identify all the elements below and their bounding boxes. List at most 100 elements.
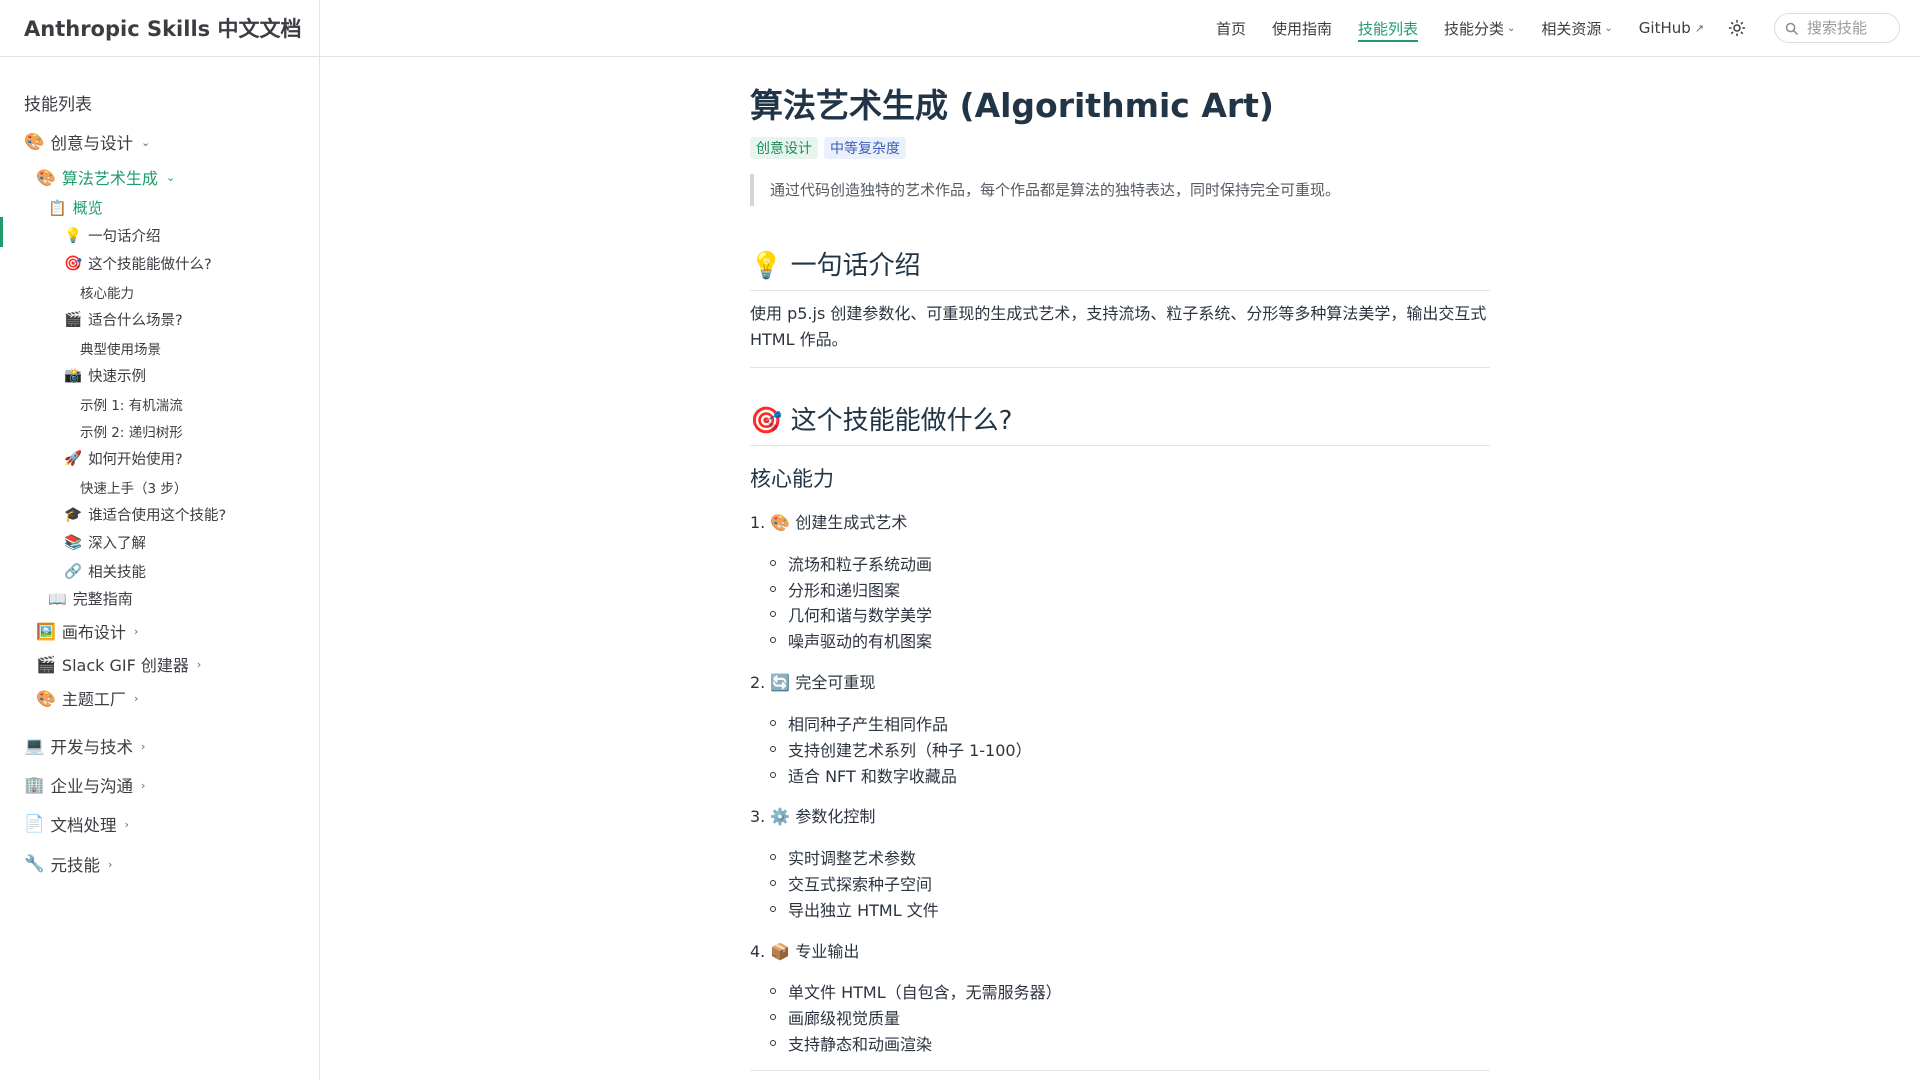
nav-github[interactable]: GitHub ↗ — [1639, 0, 1704, 56]
section-heading-capabilities: 🎯 这个技能能做什么? — [750, 400, 1490, 446]
sidebar-item-label: 开发与技术 — [50, 738, 134, 757]
theme-toggle-button[interactable] — [1726, 17, 1748, 39]
sidebar-item-enterprise[interactable]: 🏢 企业与沟通 › — [24, 773, 145, 797]
sidebar-item-label: 元技能 — [50, 856, 101, 875]
sidebar-item-core-capabilities[interactable]: 核心能力 — [80, 282, 134, 302]
sidebar-item-full-guide[interactable]: 📖 完整指南 — [48, 588, 133, 609]
list-item: 噪声驱动的有机图案 — [770, 628, 932, 652]
lightbulb-icon: 💡 — [64, 228, 83, 244]
palette-icon: 🎨 — [770, 513, 791, 532]
sidebar-item-canvas-design[interactable]: 🖼️ 画布设计 › — [36, 619, 138, 643]
sidebar-item-theme-factory[interactable]: 🎨 主题工厂 › — [36, 686, 138, 710]
nav-links: 首页 使用指南 技能列表 技能分类 ⌄ 相关资源 ⌄ GitHub ↗ — [1190, 0, 1900, 56]
wrench-icon: 🔧 — [24, 854, 45, 873]
sidebar-item-slack-gif[interactable]: 🎬 Slack GIF 创建器 › — [36, 652, 201, 676]
nav-home[interactable]: 首页 — [1216, 0, 1246, 56]
list-item-text: 支持创建艺术系列（种子 1-100） — [788, 741, 1032, 760]
nav-guide[interactable]: 使用指南 — [1272, 0, 1332, 56]
chevron-right-icon: › — [124, 817, 129, 831]
sidebar-item-label: 概览 — [72, 199, 103, 217]
sidebar-item-label: 企业与沟通 — [50, 777, 134, 796]
nav-resources[interactable]: 相关资源 ⌄ — [1541, 0, 1612, 56]
capability-title: 专业输出 — [795, 942, 860, 961]
sidebar-item-quick-start[interactable]: 快速上手（3 步） — [80, 477, 187, 497]
capability-title: 完全可重现 — [795, 673, 876, 692]
sidebar-item-get-started[interactable]: 🚀 如何开始使用? — [64, 448, 183, 469]
sidebar-item-intro[interactable]: 💡 一句话介绍 — [64, 225, 161, 246]
list-item-text: 相同种子产生相同作品 — [788, 715, 949, 734]
list-number: 2. — [750, 673, 766, 692]
summary-quote: 通过代码创造独特的艺术作品，每个作品都是算法的独特表达，同时保持完全可重现。 — [750, 174, 1470, 206]
list-item-text: 实时调整艺术参数 — [788, 849, 917, 868]
sidebar-item-overview[interactable]: 📋 概览 — [48, 197, 103, 218]
list-item: 几何和谐与数学美学 — [770, 602, 932, 626]
sidebar-item-documents[interactable]: 📄 文档处理 › — [24, 812, 129, 836]
site-title[interactable]: Anthropic Skills 中文文档 — [24, 13, 301, 43]
sidebar-item-label: 深入了解 — [88, 536, 147, 552]
sidebar-item-dev-tech[interactable]: 💻 开发与技术 › — [24, 734, 145, 758]
graduation-cap-icon: 🎓 — [64, 507, 83, 523]
sidebar-item-what-can-do[interactable]: 🎯 这个技能能做什么? — [64, 253, 212, 274]
core-capabilities-heading: 核心能力 — [750, 467, 834, 491]
chevron-right-icon: › — [141, 739, 146, 753]
sidebar-item-quick-examples[interactable]: 📸 快速示例 — [64, 365, 146, 386]
chevron-down-icon: ⌄ — [1507, 22, 1516, 34]
nav-categories[interactable]: 技能分类 ⌄ — [1444, 0, 1515, 56]
list-number: 1. — [750, 513, 766, 532]
search-box[interactable] — [1774, 13, 1900, 43]
gear-icon: ⚙️ — [770, 807, 791, 826]
sidebar-item-deep-dive[interactable]: 📚 深入了解 — [64, 532, 146, 553]
sidebar-item-label: 如何开始使用? — [88, 452, 183, 468]
sidebar-item-label: Slack GIF 创建器 — [61, 656, 189, 675]
list-number: 3. — [750, 807, 766, 826]
sidebar-item-label: 示例 1: 有机湍流 — [80, 398, 183, 414]
section-heading-intro: 💡 一句话介绍 — [750, 245, 1490, 291]
list-item-text: 噪声驱动的有机图案 — [788, 632, 933, 651]
sidebar-item-label: 谁适合使用这个技能? — [88, 508, 227, 524]
list-item: 导出独立 HTML 文件 — [770, 897, 939, 921]
sidebar-item-label: 画布设计 — [61, 623, 126, 642]
rocket-icon: 🚀 — [64, 451, 83, 467]
section-title: 这个技能能做什么? — [790, 406, 1013, 436]
section-title: 一句话介绍 — [790, 251, 921, 281]
list-item-text: 导出独立 HTML 文件 — [788, 901, 939, 920]
list-number: 4. — [750, 942, 766, 961]
search-icon — [1785, 22, 1798, 35]
page-title: 算法艺术生成 (Algorithmic Art) — [750, 86, 1274, 125]
sidebar-item-who-should-use[interactable]: 🎓 谁适合使用这个技能? — [64, 504, 226, 525]
sidebar-item-example-2[interactable]: 示例 2: 递归树形 — [80, 421, 183, 441]
sidebar-item-algorithmic-art[interactable]: 🎨 算法艺术生成 ⌄ — [36, 165, 175, 189]
chevron-right-icon: › — [108, 857, 113, 871]
top-navbar: Anthropic Skills 中文文档 首页 使用指南 技能列表 技能分类 … — [0, 0, 1920, 57]
list-item: 适合 NFT 和数字收藏品 — [770, 763, 957, 787]
lightbulb-icon: 💡 — [750, 251, 783, 281]
search-input[interactable] — [1805, 18, 1899, 38]
sidebar-item-label: 示例 2: 递归树形 — [80, 425, 183, 441]
capability-title: 参数化控制 — [795, 807, 876, 826]
divider — [750, 1070, 1490, 1071]
chevron-right-icon: › — [133, 624, 139, 638]
list-item-text: 单文件 HTML（自包含，无需服务器） — [788, 983, 1062, 1002]
repeat-icon: 🔄 — [770, 673, 791, 692]
sidebar-item-label: 算法艺术生成 — [61, 169, 158, 188]
capability-item: 4. 📦 专业输出 — [750, 938, 859, 962]
sidebar-item-example-1[interactable]: 示例 1: 有机湍流 — [80, 394, 183, 414]
clapper-icon: 🎬 — [64, 312, 83, 328]
sidebar-item-label: 这个技能能做什么? — [88, 257, 212, 273]
sidebar-item-meta-skills[interactable]: 🔧 元技能 › — [24, 852, 112, 876]
chevron-down-icon: ⌄ — [1604, 22, 1613, 34]
chevron-right-icon: › — [141, 778, 146, 792]
sidebar-item-use-cases[interactable]: 典型使用场景 — [80, 338, 161, 358]
sidebar-item-creative-design[interactable]: 🎨 创意与设计 ⌄ — [24, 130, 150, 154]
category-badge: 创意设计 — [750, 137, 818, 159]
sidebar-item-label: 快速示例 — [88, 369, 147, 385]
external-link-icon: ↗ — [1694, 21, 1704, 35]
nav-skills[interactable]: 技能列表 — [1357, 0, 1418, 56]
sidebar-item-related-skills[interactable]: 🔗 相关技能 — [64, 561, 146, 582]
list-item-text: 交互式探索种子空间 — [788, 875, 933, 894]
nav-github-label: GitHub — [1638, 19, 1691, 37]
list-item: 分形和递归图案 — [770, 577, 900, 601]
sidebar-item-label: 文档处理 — [50, 816, 117, 835]
sidebar-item-scenarios[interactable]: 🎬 适合什么场景? — [64, 309, 183, 330]
list-item: 支持创建艺术系列（种子 1-100） — [770, 737, 1032, 761]
